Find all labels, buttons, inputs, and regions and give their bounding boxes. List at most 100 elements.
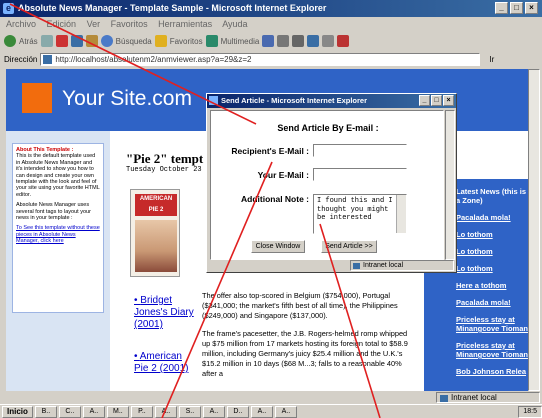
your-email-label: Your E-Mail : [257,170,309,180]
window-title: Absolute News Manager - Template Sample … [18,3,327,13]
address-bar: Dirección http://localhost/absolutenm2/a… [0,51,542,67]
favorites-icon[interactable] [154,35,167,47]
recipient-email-field[interactable] [313,144,407,157]
popup-scrollbar[interactable] [445,110,455,260]
popup-content: Send Article By E-mail : Recipient's E-M… [210,110,444,260]
popup-statusbar: Intranet local [210,260,455,271]
multimedia-icon[interactable] [205,35,218,47]
address-label: Dirección [4,54,38,64]
zone-indicator: Intranet local [436,392,540,403]
site-title: Your Site.com [62,87,192,110]
news-link[interactable]: Lo tothom [456,247,528,256]
taskbar-button[interactable]: A.. [202,405,225,418]
related-link-american-pie[interactable]: • American Pie 2 (2001) [134,351,194,375]
article-paragraph: The offer also top-scored in Belgium ($7… [202,291,398,320]
menu-archivo[interactable]: Archivo [6,19,36,29]
popup-title: Send Article - Microsoft Internet Explor… [221,96,367,105]
template-link[interactable]: To See this template without these piece… [16,225,100,244]
your-email-field[interactable] [313,168,407,181]
go-button[interactable]: Ir [489,55,494,64]
additional-note-label: Additional Note : [241,194,309,204]
internet-explorer-icon [209,96,218,105]
site-logo [22,83,52,113]
popup-titlebar[interactable]: Send Article - Microsoft Internet Explor… [207,94,456,108]
popup-minimize-button[interactable]: _ [419,95,430,106]
multimedia-button-label[interactable]: Multimedia [221,37,260,46]
taskbar-button[interactable]: A.. [250,405,273,418]
windows-taskbar: Inicio B.. C.. A.. M.. P.. A.. S.. A.. D… [0,404,542,418]
send-article-heading: Send Article By E-mail : [277,123,379,133]
taskbar-button[interactable]: P.. [130,405,153,418]
page-icon [43,54,53,64]
popup-close-button[interactable]: × [443,95,454,106]
minimize-button[interactable]: _ [495,2,508,14]
address-input[interactable]: http://localhost/absolutenm2/anmviewer.a… [40,52,481,66]
popup-maximize-button[interactable]: □ [431,95,442,106]
menu-favoritos[interactable]: Favoritos [111,19,148,29]
news-link[interactable]: Pacalada mola! [456,213,528,222]
close-window-button[interactable]: Close Window [251,240,305,253]
news-link[interactable]: Bob Johnson Relea [456,367,528,376]
refresh-icon[interactable] [70,35,83,47]
popup-zone-indicator: Intranet local [350,260,454,271]
news-link[interactable]: Priceless stay at Minangcove Tioman [456,341,528,359]
home-icon[interactable] [85,35,98,47]
stop-icon[interactable] [55,35,68,47]
menu-bar: Archivo Edición Ver Favoritos Herramient… [0,17,542,31]
taskbar-button[interactable]: S.. [178,405,201,418]
messenger-icon[interactable] [337,35,350,47]
back-arrow-icon[interactable] [4,35,16,47]
close-button[interactable]: × [525,2,538,14]
send-article-popup: Send Article - Microsoft Internet Explor… [206,93,457,273]
mail-icon[interactable] [277,35,290,47]
discuss-icon[interactable] [322,35,335,47]
taskbar-button[interactable]: D.. [226,405,249,418]
about-template-box: About This Template : This is the default… [12,143,104,313]
address-url: http://localhost/absolutenm2/anmviewer.a… [55,54,252,64]
menu-ver[interactable]: Ver [87,19,101,29]
about-text-2: Absolute News Manager uses several font … [16,202,91,222]
edit-icon[interactable] [307,35,320,47]
history-icon[interactable] [262,35,275,47]
intranet-icon [353,263,360,269]
menu-ayuda[interactable]: Ayuda [222,19,247,29]
send-article-button[interactable]: Send Article >> [321,240,377,253]
taskbar-button[interactable]: A.. [82,405,105,418]
taskbar-button[interactable]: B.. [34,405,57,418]
page-scrollbar[interactable] [528,69,540,391]
window-controls: _ □ × [495,2,538,14]
article-title: "Pie 2" tempt [126,151,204,166]
back-button-label[interactable]: Atrás [19,37,38,46]
taskbar-button[interactable]: M.. [106,405,129,418]
news-link[interactable]: Lo tothom [456,230,528,239]
menu-herramientas[interactable]: Herramientas [158,19,212,29]
note-scrollbar[interactable] [396,195,406,233]
related-link-bridget-jones[interactable]: • Bridget Jones's Diary (2001) [134,295,194,331]
internet-explorer-icon: e [3,3,14,14]
window-titlebar[interactable]: e Absolute News Manager - Template Sampl… [0,0,542,17]
article-paragraph: The frame's pacesetter, the J.B. Rogers-… [202,329,408,378]
print-icon[interactable] [292,35,305,47]
taskbar-clock: 18:5 [518,405,542,418]
news-link[interactable]: Priceless stay at Minangcove Tioman [456,315,528,333]
poster-title: AMERICAN PIE 2 [135,194,177,216]
favorites-button-label[interactable]: Favoritos [170,37,203,46]
taskbar-button[interactable]: A.. [154,405,177,418]
start-button[interactable]: Inicio [2,405,33,418]
article-date: Tuesday October 23 [126,166,202,174]
search-icon[interactable] [100,35,113,47]
news-link[interactable]: Pacalada mola! [456,298,528,307]
menu-edicion[interactable]: Edición [47,19,77,29]
about-heading: About This Template : [16,147,74,153]
left-sidebar: About This Template : This is the default… [6,131,110,391]
additional-note-textarea[interactable]: I found this and I thought you might be … [313,194,407,234]
intranet-icon [440,395,448,402]
taskbar-button[interactable]: C.. [58,405,81,418]
forward-arrow-icon[interactable] [40,35,53,47]
maximize-button[interactable]: □ [510,2,523,14]
search-button-label[interactable]: Búsqueda [116,37,152,46]
taskbar-button[interactable]: A.. [274,405,297,418]
recipient-row: Recipient's E-Mail : [211,143,445,159]
news-link[interactable]: Lo tothom [456,264,528,273]
news-link[interactable]: Here a tothom [456,281,528,290]
